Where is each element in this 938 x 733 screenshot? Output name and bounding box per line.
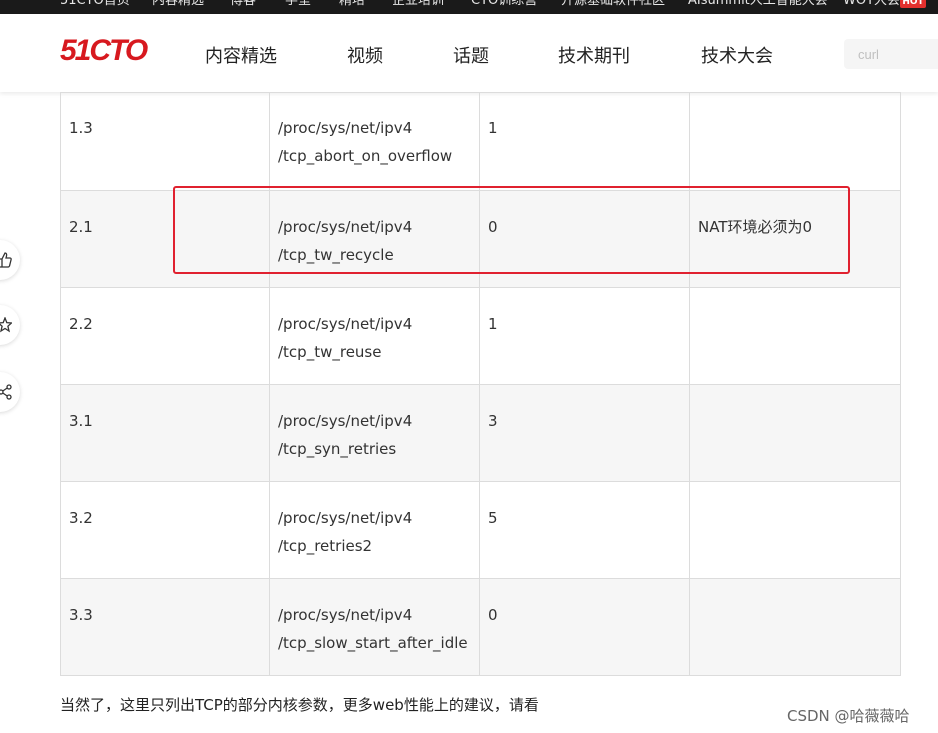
cell-path: /proc/sys/net/ipv4/tcp_tw_reuse	[269, 287, 480, 385]
path-param: /tcp_tw_reuse	[278, 343, 382, 361]
favorite-button[interactable]	[0, 305, 20, 345]
share-icon	[0, 384, 12, 400]
nav-item-topics[interactable]: 话题	[453, 42, 489, 68]
path-dir: /proc/sys/net/ipv4	[278, 119, 413, 137]
path-param: /tcp_abort_on_overflow	[278, 147, 453, 165]
cell-value: 5	[479, 481, 690, 579]
cell-value: 3	[479, 384, 690, 482]
path-dir: /proc/sys/net/ipv4	[278, 412, 413, 430]
cell-value: 0	[479, 578, 690, 676]
path-param: /tcp_tw_recycle	[278, 246, 394, 264]
cell-id: 3.1	[60, 384, 270, 482]
site-header: 51CTO 内容精选 视频 话题 技术期刊 技术大会	[0, 14, 938, 92]
cell-id: 2.2	[60, 287, 270, 385]
topbar-link-wot[interactable]: WOT大会	[843, 0, 900, 9]
topbar-link-training[interactable]: 精培	[339, 0, 365, 9]
cell-note	[689, 578, 901, 676]
cell-path: /proc/sys/net/ipv4/tcp_syn_retries	[269, 384, 480, 482]
cell-path: /proc/sys/net/ipv4/tcp_tw_recycle	[269, 190, 480, 288]
topbar-link-blog[interactable]: 博客	[230, 0, 256, 9]
topbar-link-cto-camp[interactable]: CTO训练营	[471, 0, 537, 9]
path-param: /tcp_retries2	[278, 537, 373, 555]
path-dir: /proc/sys/net/ipv4	[278, 218, 413, 236]
topbar-link-aisummit[interactable]: AIsummit人工智能大会	[688, 0, 828, 9]
cell-path: /proc/sys/net/ipv4/tcp_abort_on_overflow	[269, 92, 480, 191]
cell-path: /proc/sys/net/ipv4/tcp_slow_start_after_…	[269, 578, 480, 676]
hot-badge: HOT	[900, 0, 926, 8]
cell-value: 1	[479, 92, 690, 191]
csdn-watermark: CSDN @哈薇薇哈	[787, 707, 910, 725]
cell-note	[689, 384, 901, 482]
nav-item-journal[interactable]: 技术期刊	[558, 42, 630, 68]
table-row: 3.3 /proc/sys/net/ipv4/tcp_slow_start_af…	[60, 578, 901, 676]
path-dir: /proc/sys/net/ipv4	[278, 315, 413, 333]
cell-note	[689, 287, 901, 385]
topbar-link-home[interactable]: 51CTO首页	[60, 0, 130, 9]
thumbs-up-icon	[0, 252, 12, 268]
site-logo[interactable]: 51CTO	[60, 34, 148, 68]
topbar-link-academy[interactable]: 学堂	[285, 0, 311, 9]
cell-note	[689, 92, 901, 191]
share-button[interactable]	[0, 372, 20, 412]
star-icon	[0, 317, 12, 333]
article-paragraph: 当然了，这里只列出TCP的部分内核参数，更多web性能上的建议，请看	[60, 696, 539, 714]
table-row: 1.3 /proc/sys/net/ipv4/tcp_abort_on_over…	[60, 92, 901, 191]
table-row: 3.1 /proc/sys/net/ipv4/tcp_syn_retries 3	[60, 384, 901, 482]
tcp-params-table: 1.3 /proc/sys/net/ipv4/tcp_abort_on_over…	[60, 92, 901, 676]
nav-item-video[interactable]: 视频	[347, 42, 383, 68]
cell-id: 1.3	[60, 92, 270, 191]
search-input[interactable]	[844, 39, 938, 69]
table-row: 2.1 /proc/sys/net/ipv4/tcp_tw_recycle 0 …	[60, 190, 901, 288]
cell-id: 2.1	[60, 190, 270, 288]
cell-note: NAT环境必须为0	[689, 190, 901, 288]
like-button[interactable]	[0, 240, 20, 280]
topbar-link-featured[interactable]: 内容精选	[152, 0, 204, 9]
cell-value: 1	[479, 287, 690, 385]
nav-item-conference[interactable]: 技术大会	[701, 42, 773, 68]
cell-id: 3.2	[60, 481, 270, 579]
cell-path: /proc/sys/net/ipv4/tcp_retries2	[269, 481, 480, 579]
nav-item-featured[interactable]: 内容精选	[205, 42, 277, 68]
topbar-link-enterprise[interactable]: 企业培训	[392, 0, 444, 9]
path-param: /tcp_syn_retries	[278, 440, 397, 458]
path-dir: /proc/sys/net/ipv4	[278, 606, 413, 624]
table-row: 2.2 /proc/sys/net/ipv4/tcp_tw_reuse 1	[60, 287, 901, 385]
top-bar: 51CTO首页 内容精选 博客 学堂 精培 企业培训 CTO训练营 开源基础软件…	[0, 0, 938, 14]
table-row: 3.2 /proc/sys/net/ipv4/tcp_retries2 5	[60, 481, 901, 579]
topbar-link-opensource[interactable]: 开源基础软件社区	[561, 0, 665, 9]
cell-value: 0	[479, 190, 690, 288]
path-param: /tcp_slow_start_after_idle	[278, 634, 468, 652]
cell-note	[689, 481, 901, 579]
path-dir: /proc/sys/net/ipv4	[278, 509, 413, 527]
cell-id: 3.3	[60, 578, 270, 676]
